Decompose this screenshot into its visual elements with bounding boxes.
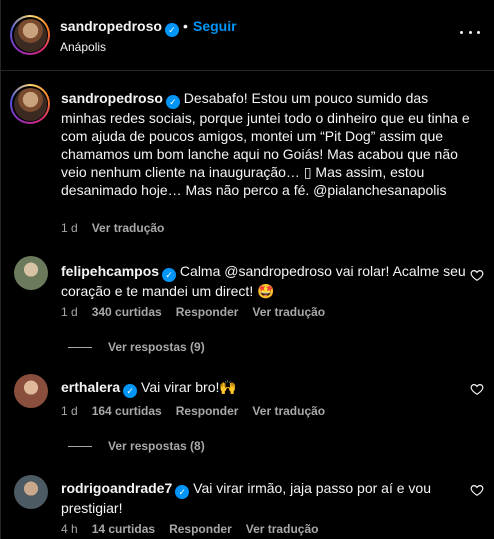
replies-divider [68, 346, 92, 348]
comment-username[interactable]: rodrigoandrade7 [61, 480, 172, 496]
caption-username[interactable]: sandropedroso [61, 90, 163, 106]
post-header: sandropedroso ✓ • Seguir Anápolis [0, 0, 494, 71]
comment-likes[interactable]: 164 curtidas [92, 404, 162, 418]
caption-time[interactable]: 1 d [61, 221, 78, 235]
comment-meta: 4 h 14 curtidas Responder Ver tradução [61, 522, 318, 536]
comment-text: rodrigoandrade7 ✓ Vai virar irmão, jaja p… [61, 479, 471, 517]
view-replies-label: Ver respostas (8) [108, 439, 205, 453]
comment-text: felipehcampos ✓ Calma @sandropedroso vai … [61, 262, 471, 300]
follow-button[interactable]: Seguir [193, 18, 237, 34]
translate-button[interactable]: Ver tradução [252, 404, 325, 418]
caption-body: Desabafo! Estou um pouco sumido das minh… [61, 90, 470, 198]
verified-badge-icon: ✓ [175, 485, 190, 499]
reply-button[interactable]: Responder [176, 404, 239, 418]
heart-icon[interactable] [470, 382, 484, 396]
comment-text: erthalera ✓ Vai virar bro!🙌 [61, 378, 471, 398]
reply-button[interactable]: Responder [169, 522, 232, 536]
heart-icon[interactable] [470, 268, 484, 282]
comment-body: Vai virar bro!🙌 [141, 379, 237, 395]
comment-time[interactable]: 1 d [61, 305, 78, 319]
verified-badge-icon: ✓ [164, 23, 179, 37]
comment-likes[interactable]: 340 curtidas [92, 305, 162, 319]
view-replies-label: Ver respostas (9) [108, 340, 205, 354]
comment-likes[interactable]: 14 curtidas [92, 522, 155, 536]
header-location[interactable]: Anápolis [60, 40, 106, 54]
verified-badge-icon: ✓ [165, 95, 180, 109]
verified-badge-icon: ✓ [123, 384, 138, 398]
view-replies-button[interactable]: Ver respostas (8) [68, 439, 205, 453]
more-options-icon[interactable] [460, 22, 480, 42]
header-separator: • [183, 18, 188, 34]
comment-avatar[interactable] [14, 256, 48, 290]
comment-time[interactable]: 1 d [61, 404, 78, 418]
verified-badge-icon: ✓ [162, 268, 177, 282]
caption-meta: 1 d Ver tradução [61, 221, 164, 235]
caption-translate-button[interactable]: Ver tradução [92, 221, 165, 235]
comment-avatar[interactable] [14, 475, 48, 509]
caption-text: sandropedroso ✓ Desabafo! Estou um pouco … [61, 89, 476, 199]
comment-meta: 1 d 340 curtidas Responder Ver tradução [61, 305, 325, 319]
comment-time[interactable]: 4 h [61, 522, 78, 536]
reply-button[interactable]: Responder [176, 305, 239, 319]
comment-username[interactable]: erthalera [61, 379, 120, 395]
comment-username[interactable]: felipehcampos [61, 263, 159, 279]
heart-icon[interactable] [470, 483, 484, 497]
header-username[interactable]: sandropedroso ✓ [60, 18, 179, 37]
translate-button[interactable]: Ver tradução [246, 522, 319, 536]
comment-avatar[interactable] [14, 374, 48, 408]
view-replies-button[interactable]: Ver respostas (9) [68, 340, 205, 354]
replies-divider [68, 445, 92, 447]
translate-button[interactable]: Ver tradução [252, 305, 325, 319]
caption-avatar[interactable] [10, 84, 50, 124]
header-avatar[interactable] [10, 15, 50, 55]
comment-meta: 1 d 164 curtidas Responder Ver tradução [61, 404, 325, 418]
